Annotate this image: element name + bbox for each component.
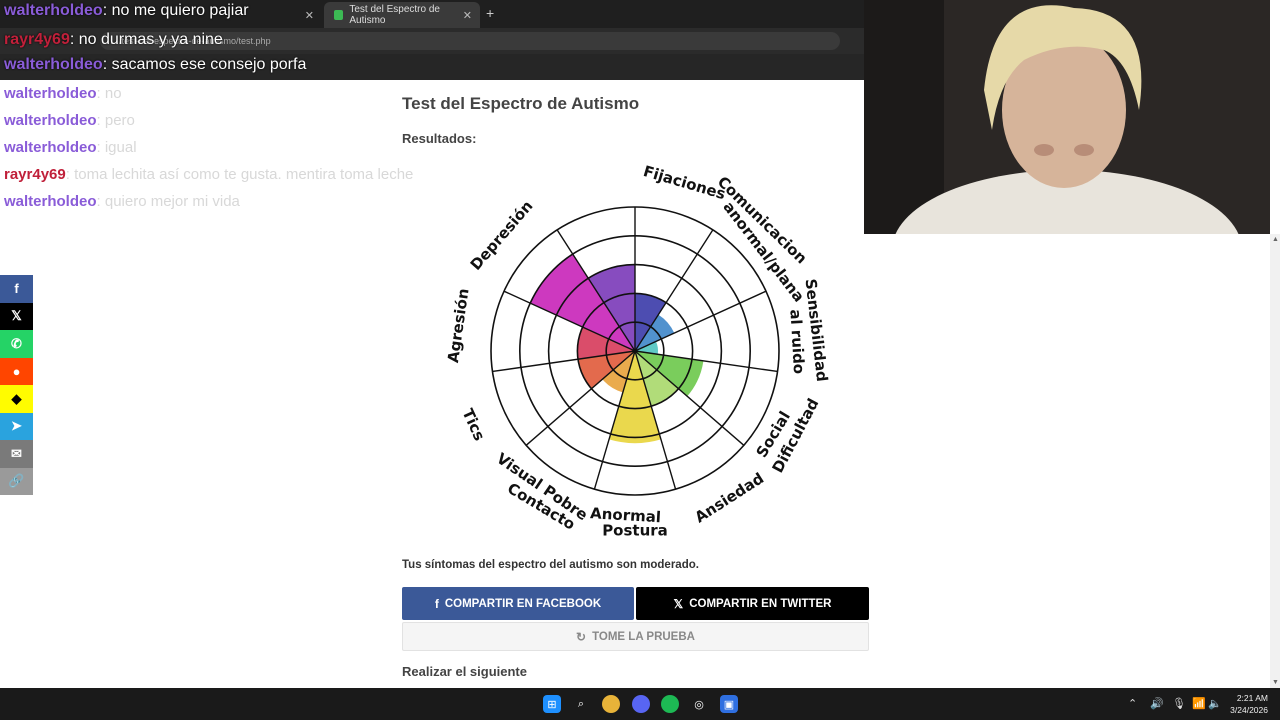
refresh-icon: ↻	[576, 629, 587, 644]
windows-start-icon[interactable]: ⊞	[543, 695, 561, 713]
chat-text: : no	[96, 85, 122, 102]
results-summary: Tus síntomas del espectro del autismo so…	[402, 559, 699, 571]
chat-text: : sacamos ese consejo porfa	[102, 56, 307, 73]
share-twitter-button[interactable]: 𝕏 COMPARTIR EN TWITTER	[636, 587, 869, 620]
chat-message: rayr4y69: toma lechita así como te gusta…	[4, 166, 413, 183]
tab-title: Test del Espectro de Autismo	[349, 4, 440, 26]
page-title: Test del Espectro de Autismo	[402, 94, 640, 113]
share-facebook-button[interactable]: f COMPARTIR EN FACEBOOK	[402, 587, 634, 620]
chrome-icon[interactable]	[602, 695, 620, 713]
chat-message: walterholdeo: no	[4, 85, 122, 102]
share-sidebar: f 𝕏 ✆ ● ◆ ➤ ✉ 🔗	[0, 275, 33, 495]
new-tab-icon[interactable]: +	[486, 5, 494, 21]
favicon-icon	[334, 10, 344, 20]
chat-message: walterholdeo: no me quiero pajiar	[4, 2, 249, 20]
webcam-overlay	[864, 0, 1270, 234]
chat-username: walterholdeo	[4, 112, 97, 129]
scroll-down-icon[interactable]: ▼	[1272, 679, 1279, 686]
chat-username: rayr4y69	[4, 166, 66, 183]
chat-username: walterholdeo	[4, 193, 97, 210]
chat-message: rayr4y69: no durmas y ya nine	[4, 31, 223, 49]
x-icon: 𝕏	[673, 596, 684, 611]
chat-text: : pero	[96, 112, 135, 129]
chat-message: walterholdeo: pero	[4, 112, 135, 129]
close-tab-icon[interactable]: ✕	[463, 9, 472, 22]
clock-time: 2:21 AM	[1236, 693, 1268, 703]
share-x-icon[interactable]: 𝕏	[0, 302, 33, 330]
chat-text: : toma lechita así como te gusta. mentir…	[65, 166, 414, 183]
results-label: Resultados:	[402, 131, 477, 146]
wifi-icon[interactable]: 📶	[1192, 697, 1206, 710]
clock-date: 3/24/2026	[1230, 705, 1268, 715]
chat-text: : no me quiero pajiar	[102, 2, 249, 19]
spotify-icon[interactable]	[661, 695, 679, 713]
chat-username: walterholdeo	[4, 2, 103, 19]
retake-test-label: TOME LA PRUEBA	[592, 630, 695, 643]
chart-category-label: Depresión	[467, 197, 537, 274]
search-icon[interactable]: ⌕	[572, 695, 590, 713]
chat-username: walterholdeo	[4, 56, 103, 73]
app-icon[interactable]: ▣	[720, 695, 738, 713]
volume-icon[interactable]: 🔈	[1208, 697, 1222, 710]
share-reddit-icon[interactable]: ●	[0, 357, 33, 385]
speaker-icon[interactable]: 🔊	[1150, 697, 1164, 710]
page-scrollbar[interactable]: ▲ ▼	[1270, 234, 1280, 688]
microphone-icon[interactable]: 🎙	[1172, 697, 1186, 710]
tray-chevron-icon[interactable]: ⌃	[1128, 697, 1137, 710]
chart-category-label: Anormal	[590, 504, 662, 526]
chart-category-label: Agresión	[444, 287, 472, 364]
chat-text: : no durmas y ya nine	[69, 31, 223, 48]
next-test-heading: Realizar el siguiente	[402, 664, 527, 679]
obs-icon[interactable]: ◎	[690, 695, 708, 713]
chat-message: walterholdeo: sacamos ese consejo porfa	[4, 56, 306, 74]
share-snapchat-icon[interactable]: ◆	[0, 385, 33, 413]
chat-username: rayr4y69	[4, 31, 70, 48]
chart-category-label: al ruido	[786, 309, 808, 375]
chart-category-label: Fijaciones	[641, 162, 727, 203]
share-twitter-label: COMPARTIR EN TWITTER	[689, 597, 832, 610]
share-copy-link-icon[interactable]: 🔗	[0, 467, 33, 495]
chart-category-label: Tics	[458, 406, 488, 444]
share-facebook-label: COMPARTIR EN FACEBOOK	[444, 597, 602, 610]
windows-taskbar: ⊞ ⌕ ◎ ▣ ⌃ 🔊 🎙 📶 🔈 2:21 AM 3/24/2026	[0, 688, 1280, 720]
chat-message: walterholdeo: igual	[4, 139, 137, 156]
browser-tab-2[interactable]: Test del Espectro de Autismo ✕	[324, 2, 480, 28]
close-tab-icon[interactable]: ✕	[305, 9, 314, 22]
discord-icon[interactable]	[632, 695, 650, 713]
chat-message: walterholdeo: quiero mejor mi vida	[4, 193, 240, 210]
chat-text: : igual	[96, 139, 137, 156]
share-facebook-icon[interactable]: f	[0, 275, 33, 303]
clock[interactable]: 2:21 AM 3/24/2026	[1230, 692, 1268, 716]
chat-username: walterholdeo	[4, 85, 97, 102]
share-email-icon[interactable]: ✉	[0, 440, 33, 468]
share-whatsapp-icon[interactable]: ✆	[0, 330, 33, 358]
results-polar-chart: FijacionesComunicacionanormal/planaSensi…	[444, 162, 831, 539]
scroll-up-icon[interactable]: ▲	[1272, 236, 1279, 243]
share-telegram-icon[interactable]: ➤	[0, 412, 33, 440]
chat-text: : quiero mejor mi vida	[96, 193, 240, 210]
facebook-icon: f	[434, 596, 439, 611]
chat-username: walterholdeo	[4, 139, 97, 156]
retake-test-button[interactable]: ↻ TOME LA PRUEBA	[402, 622, 869, 651]
